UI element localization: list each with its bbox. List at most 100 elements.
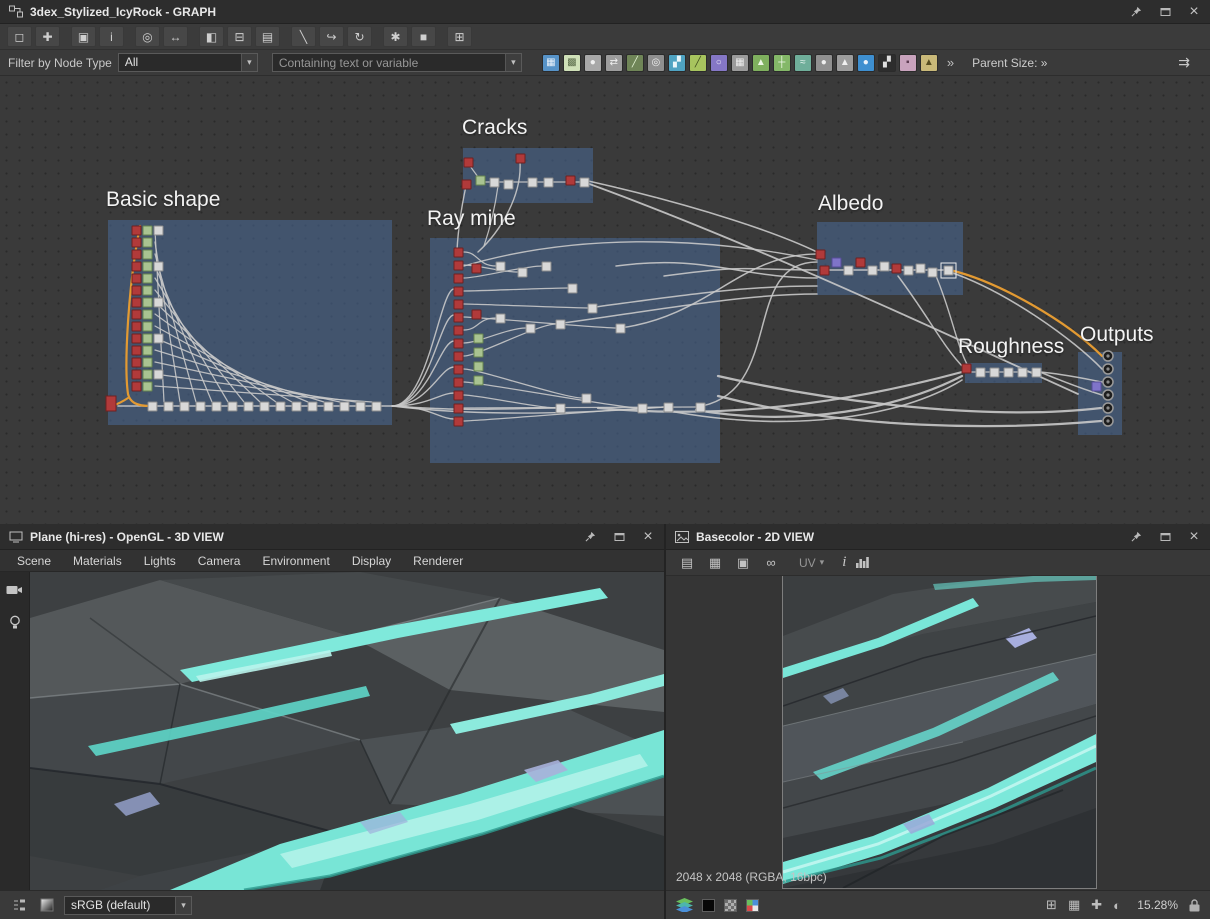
graph-node[interactable]	[473, 347, 484, 358]
group-label-albedo[interactable]: Albedo	[818, 192, 883, 216]
graph-node[interactable]	[555, 319, 566, 330]
link-mode-button[interactable]: ◧	[199, 26, 224, 47]
graph-node[interactable]	[131, 321, 142, 332]
zoom-button[interactable]: ◎	[135, 26, 160, 47]
menu-scene[interactable]: Scene	[6, 554, 62, 568]
close-icon[interactable]: ×	[1187, 3, 1201, 19]
graph-node[interactable]	[565, 175, 576, 186]
graph-node[interactable]	[453, 351, 464, 362]
color-profile-icon[interactable]: ◐	[1113, 897, 1121, 913]
graph-node[interactable]	[453, 247, 464, 258]
graph-canvas[interactable]: Basic shape Cracks Ray mine Albedo Rough…	[0, 76, 1210, 524]
zoom-level[interactable]: 15.28%	[1132, 898, 1178, 912]
menu-lights[interactable]: Lights	[133, 554, 187, 568]
graph-node[interactable]	[475, 175, 486, 186]
graph-node[interactable]	[307, 401, 318, 412]
graph-node[interactable]	[142, 297, 153, 308]
graph-node[interactable]	[461, 179, 472, 190]
chevron-down-icon[interactable]: ▾	[504, 54, 521, 71]
curve-node-button[interactable]: ▲	[751, 53, 770, 72]
menu-display[interactable]: Display	[341, 554, 402, 568]
frame-selection-button[interactable]: ■	[411, 26, 436, 47]
graph-node[interactable]	[453, 312, 464, 323]
float-window-icon[interactable]	[1158, 530, 1172, 544]
graph-node[interactable]	[259, 401, 270, 412]
parent-size-label[interactable]: Parent Size: »	[972, 56, 1047, 70]
tools-button[interactable]: ✱	[383, 26, 408, 47]
graph-node[interactable]	[503, 179, 514, 190]
warning-node-button[interactable]: ▲	[919, 53, 938, 72]
float-window-icon[interactable]	[612, 530, 626, 544]
node-graph[interactable]	[0, 76, 1210, 524]
graph-node[interactable]	[163, 401, 174, 412]
sphere-node-button[interactable]: ◎	[646, 53, 665, 72]
graph-node[interactable]	[291, 401, 302, 412]
graph-node[interactable]	[517, 267, 528, 278]
graph-node[interactable]	[915, 263, 926, 274]
screenshot-button[interactable]: ▣	[71, 26, 96, 47]
graph-node[interactable]	[142, 261, 153, 272]
graph-node[interactable]	[495, 261, 506, 272]
pin-icon[interactable]	[583, 530, 597, 544]
graph-node[interactable]	[975, 367, 986, 378]
graph-node[interactable]	[153, 297, 164, 308]
graph-node[interactable]	[581, 393, 592, 404]
graph-node[interactable]	[243, 401, 254, 412]
graph-node[interactable]	[453, 390, 464, 401]
svg-node-button[interactable]: ▩	[562, 53, 581, 72]
menu-environment[interactable]: Environment	[251, 554, 340, 568]
graph-node[interactable]	[142, 285, 153, 296]
graph-node[interactable]	[473, 375, 484, 386]
graph-node[interactable]	[453, 260, 464, 271]
graph-node[interactable]	[927, 267, 938, 278]
graph-node[interactable]	[819, 265, 830, 276]
emboss-node-button[interactable]: ≈	[793, 53, 812, 72]
histogram-icon[interactable]	[850, 553, 874, 573]
gradient-map-node-button[interactable]: ▞	[667, 53, 686, 72]
graph-node[interactable]	[131, 309, 142, 320]
graph-node[interactable]	[371, 401, 382, 412]
graph-node[interactable]	[131, 357, 142, 368]
connectors-icon[interactable]: ⇉	[1178, 54, 1190, 71]
basecolor-texture[interactable]	[782, 576, 1097, 889]
graph-node[interactable]	[903, 265, 914, 276]
graph-node[interactable]	[211, 401, 222, 412]
info-icon[interactable]: i	[842, 554, 846, 571]
graph-node[interactable]	[555, 403, 566, 414]
blend-node-button[interactable]: ●	[583, 53, 602, 72]
info-button[interactable]: i	[99, 26, 124, 47]
node-type-dropdown[interactable]: All ▾	[117, 53, 258, 72]
graph-node[interactable]	[891, 263, 902, 274]
group-label-basic-shape[interactable]: Basic shape	[106, 188, 220, 212]
graph-node[interactable]	[131, 369, 142, 380]
menu-camera[interactable]: Camera	[187, 554, 252, 568]
graph-node[interactable]	[142, 345, 153, 356]
link-view-button[interactable]: ∞	[759, 553, 783, 573]
menu-renderer[interactable]: Renderer	[402, 554, 474, 568]
graph-node[interactable]	[471, 309, 482, 320]
rotate-view-button[interactable]: ↻	[347, 26, 372, 47]
background-color-swatch[interactable]	[746, 898, 759, 912]
pixel-grid-icon[interactable]: ⊞	[1046, 897, 1057, 913]
graph-node[interactable]	[453, 299, 464, 310]
tiling-icon[interactable]: ▦	[1068, 897, 1080, 913]
graph-node[interactable]	[179, 401, 190, 412]
graph-node[interactable]	[142, 249, 153, 260]
graph-node[interactable]	[579, 177, 590, 188]
graph-node[interactable]	[453, 325, 464, 336]
graph-node[interactable]	[587, 303, 598, 314]
graph-node[interactable]	[989, 367, 1000, 378]
graph-node[interactable]	[153, 225, 164, 236]
graph-node[interactable]	[131, 237, 142, 248]
graph-node[interactable]	[195, 401, 206, 412]
graph-node[interactable]	[142, 369, 153, 380]
graph-node[interactable]	[275, 401, 286, 412]
lock-zoom-icon[interactable]	[1189, 898, 1200, 912]
colorspace-dropdown[interactable]: sRGB (default) ▾	[64, 895, 192, 915]
display-options-button[interactable]: ▤	[255, 26, 280, 47]
graph-node[interactable]	[843, 265, 854, 276]
normal-node-button[interactable]: ●	[814, 53, 833, 72]
pin-icon[interactable]	[1129, 530, 1143, 544]
export-image-button[interactable]: ▤	[675, 553, 699, 573]
sharpen-node-button[interactable]: ┼	[772, 53, 791, 72]
